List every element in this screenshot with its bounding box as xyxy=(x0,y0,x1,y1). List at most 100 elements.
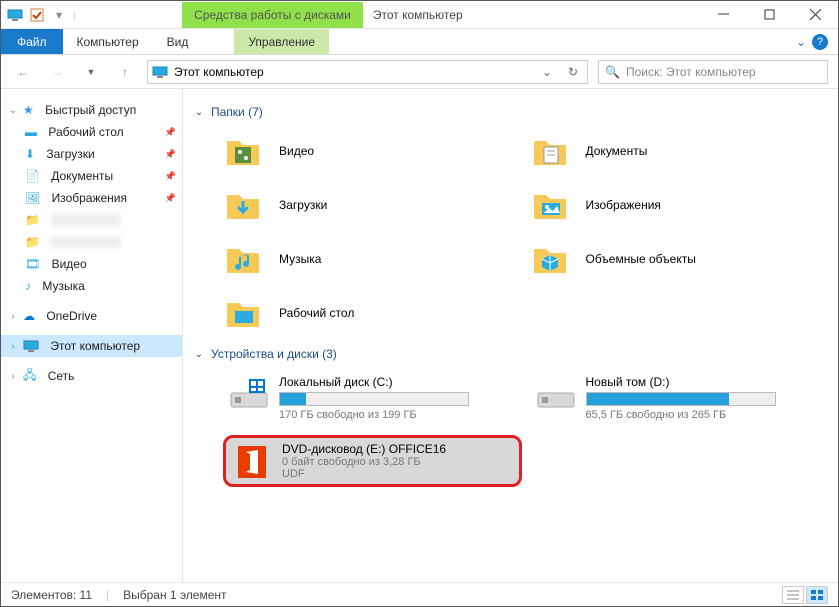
sidebar-item-label: Видео xyxy=(52,257,87,271)
folder-label: Изображения xyxy=(586,198,661,212)
office-icon xyxy=(232,442,272,478)
sidebar-item-label: Быстрый доступ xyxy=(45,103,136,117)
back-button[interactable]: ← xyxy=(11,60,35,84)
chevron-down-icon: ⌄ xyxy=(796,35,806,49)
desktop-icon: ▬ xyxy=(25,125,37,139)
music-icon: ♪ xyxy=(25,279,31,293)
sidebar-quick-access[interactable]: ⌄ ★ Быстрый доступ xyxy=(1,99,182,121)
folder-label: Объемные объекты xyxy=(586,252,696,266)
folder-label: Документы xyxy=(586,144,648,158)
drive-filesystem: UDF xyxy=(282,468,513,480)
maximize-button[interactable] xyxy=(746,1,792,28)
sidebar-item-blurred[interactable]: 📁 xyxy=(1,209,182,231)
minimize-button[interactable] xyxy=(700,1,746,28)
up-button[interactable]: ↑ xyxy=(113,60,137,84)
sidebar-item-documents[interactable]: 📄 Документы📌 xyxy=(1,165,182,187)
star-icon: ★ xyxy=(23,103,34,117)
folder-item[interactable]: Музыка xyxy=(223,235,522,283)
folder-item[interactable]: Документы xyxy=(530,127,829,175)
pc-icon xyxy=(7,7,23,23)
drive-item-c[interactable]: Локальный диск (C:) 170 ГБ свободно из 1… xyxy=(223,369,522,427)
checkbox-icon[interactable] xyxy=(29,7,45,23)
chevron-down-icon: ⌄ xyxy=(7,105,19,116)
nav-sidebar: ⌄ ★ Быстрый доступ ▬ Рабочий стол 📌 ⬇ Загр… xyxy=(1,89,183,582)
pc-icon xyxy=(23,339,39,353)
tab-view[interactable]: Вид xyxy=(153,29,203,54)
status-selection: Выбран 1 элемент xyxy=(123,588,226,602)
sidebar-item-video[interactable]: 🎞 Видео xyxy=(1,253,182,275)
view-toggle xyxy=(782,586,828,604)
address-bar[interactable]: Этот компьютер ⌄ ↻ xyxy=(147,60,588,84)
sidebar-network[interactable]: ›🖧 Сеть xyxy=(1,365,182,387)
address-bar-row: ← → ▼ ↑ Этот компьютер ⌄ ↻ 🔍 Поиск: Этот… xyxy=(1,55,838,89)
pin-icon: 📌 xyxy=(165,193,176,204)
address-dropdown[interactable]: ⌄ xyxy=(537,65,557,79)
drive-freespace: 65,5 ГБ свободно из 265 ГБ xyxy=(586,409,823,421)
help-icon[interactable]: ? xyxy=(812,34,828,50)
sidebar-item-label: Документы xyxy=(51,169,113,183)
group-folders[interactable]: ⌄ Папки (7) xyxy=(193,95,828,127)
sidebar-item-blurred[interactable]: 📁 xyxy=(1,231,182,253)
drive-info: DVD-дисковод (E:) OFFICE16 0 байт свобод… xyxy=(282,442,513,480)
folder-item[interactable]: Изображения xyxy=(530,181,829,229)
qat-dropdown-icon[interactable]: ▾ xyxy=(51,7,67,23)
folder-icon xyxy=(530,239,570,279)
title-context: Средства работы с дисками Этот компьютер xyxy=(82,1,700,28)
group-drives[interactable]: ⌄Устройства и диски (3) xyxy=(193,337,828,369)
chevron-right-icon: › xyxy=(7,311,19,322)
pin-icon: 📌 xyxy=(165,127,176,138)
drive-item-dvd[interactable]: DVD-дисковод (E:) OFFICE16 0 байт свобод… xyxy=(223,435,522,487)
sidebar-item-label: Загрузки xyxy=(46,147,94,161)
drive-bar xyxy=(279,392,469,406)
folder-item[interactable]: Рабочий стол xyxy=(223,289,522,337)
search-icon: 🔍 xyxy=(605,65,620,79)
ribbon-expand[interactable]: ⌄? xyxy=(786,29,838,54)
sidebar-item-label: Изображения xyxy=(52,191,127,205)
sidebar-item-downloads[interactable]: ⬇ Загрузки 📌 xyxy=(1,143,182,165)
drive-bar xyxy=(586,392,776,406)
tiles-view-button[interactable] xyxy=(806,586,828,604)
video-icon: 🎞 xyxy=(25,257,40,271)
drive-item-d[interactable]: Новый том (D:) 65,5 ГБ свободно из 265 Г… xyxy=(530,369,829,427)
drive-name: DVD-дисковод (E:) OFFICE16 xyxy=(282,442,513,456)
folder-item[interactable]: Видео xyxy=(223,127,522,175)
folder-icon xyxy=(223,131,263,171)
folder-icon xyxy=(530,185,570,225)
status-bar: Элементов: 11 | Выбран 1 элемент xyxy=(1,582,838,606)
folder-icon: 📁 xyxy=(25,213,40,227)
drives-grid: Локальный диск (C:) 170 ГБ свободно из 1… xyxy=(193,369,828,487)
folder-label: Рабочий стол xyxy=(279,306,354,320)
folder-icon xyxy=(223,239,263,279)
search-placeholder: Поиск: Этот компьютер xyxy=(626,65,756,79)
chevron-down-icon: ⌄ xyxy=(193,107,205,118)
status-item-count: Элементов: 11 xyxy=(11,588,92,602)
tab-manage[interactable]: Управление xyxy=(234,29,329,54)
folder-item[interactable]: Загрузки xyxy=(223,181,522,229)
folder-icon xyxy=(223,185,263,225)
body: ⌄ ★ Быстрый доступ ▬ Рабочий стол 📌 ⬇ Загр… xyxy=(1,89,838,582)
sidebar-this-pc[interactable]: › Этот компьютер xyxy=(1,335,182,357)
close-button[interactable] xyxy=(792,1,838,28)
sidebar-item-music[interactable]: ♪ Музыка xyxy=(1,275,182,297)
ribbon: Файл Компьютер Вид Управление ⌄? xyxy=(1,29,838,55)
sidebar-onedrive[interactable]: ›☁ OneDrive xyxy=(1,305,182,327)
sidebar-item-pictures[interactable]: 🖼 Изображения📌 xyxy=(1,187,182,209)
recent-button[interactable]: ▼ xyxy=(79,60,103,84)
breadcrumb[interactable]: Этот компьютер xyxy=(174,65,264,79)
download-icon: ⬇ xyxy=(25,147,35,161)
search-input[interactable]: 🔍 Поиск: Этот компьютер xyxy=(598,60,828,84)
group-title: Папки (7) xyxy=(211,105,263,119)
drive-icon xyxy=(229,375,269,411)
refresh-button[interactable]: ↻ xyxy=(563,65,583,79)
folder-icon xyxy=(530,131,570,171)
sidebar-item-desktop[interactable]: ▬ Рабочий стол 📌 xyxy=(1,121,182,143)
sidebar-item-label: OneDrive xyxy=(46,309,97,323)
forward-button[interactable]: → xyxy=(45,60,69,84)
tab-computer[interactable]: Компьютер xyxy=(63,29,153,54)
file-tab[interactable]: Файл xyxy=(1,29,63,54)
sidebar-item-label: Рабочий стол xyxy=(48,125,123,139)
pin-icon: 📌 xyxy=(165,149,176,160)
window-title: Этот компьютер xyxy=(373,8,463,22)
folder-item[interactable]: Объемные объекты xyxy=(530,235,829,283)
details-view-button[interactable] xyxy=(782,586,804,604)
